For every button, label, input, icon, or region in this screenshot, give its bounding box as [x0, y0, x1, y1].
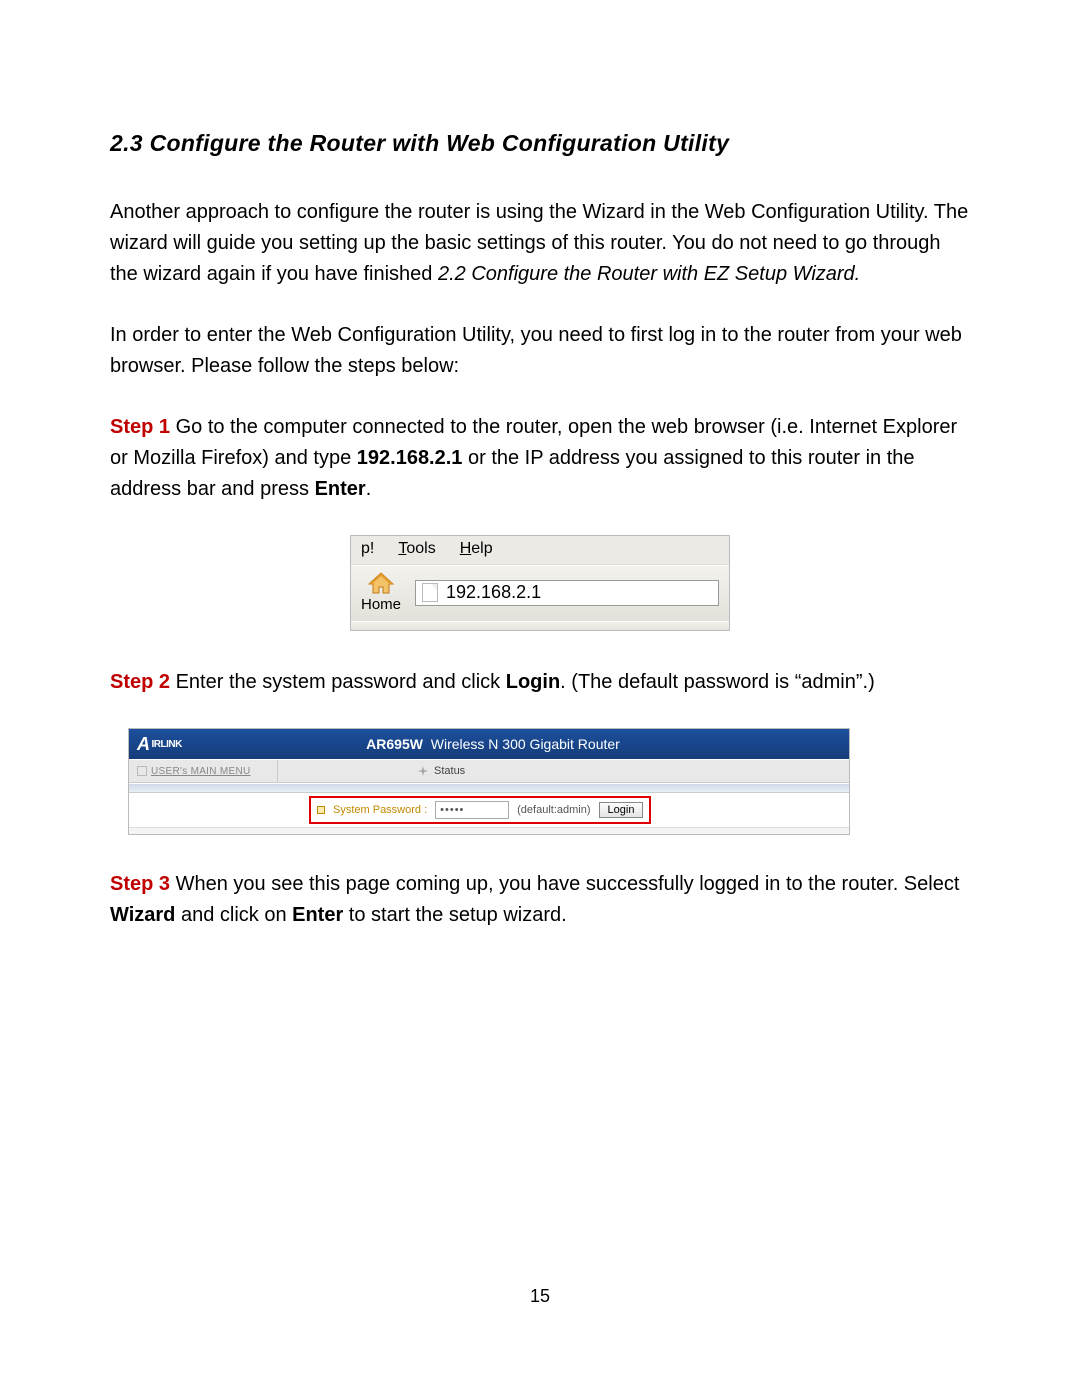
text: ools	[406, 540, 435, 557]
paragraph-instructions: In order to enter the Web Configuration …	[110, 320, 970, 382]
page-icon	[422, 583, 438, 602]
menu-item-help[interactable]: Help	[460, 540, 493, 558]
text: and click on	[175, 904, 292, 926]
divider-strip	[129, 783, 849, 793]
menu-item-tools[interactable]: Tools	[398, 540, 435, 558]
text: .	[366, 478, 372, 500]
password-input[interactable]: •••••	[435, 801, 509, 819]
address-bar[interactable]: 192.168.2.1	[415, 580, 719, 606]
section-heading: 2.3 Configure the Router with Web Config…	[110, 130, 970, 157]
browser-toolbar: Home 192.168.2.1	[351, 565, 729, 621]
router-model: AR695W	[366, 736, 423, 752]
text: Enter the system password and click	[170, 671, 506, 693]
menu-item-partial[interactable]: p!	[361, 540, 374, 558]
mnemonic: H	[460, 540, 472, 557]
step3-paragraph: Step 3 When you see this page coming up,…	[110, 869, 970, 931]
text: . (The default password is “admin”.)	[560, 671, 875, 693]
address-value: 192.168.2.1	[446, 582, 541, 603]
router-title: AR695W Wireless N 300 Gigabit Router	[233, 736, 849, 752]
system-password-label: System Password :	[333, 804, 427, 816]
home-icon	[368, 572, 394, 594]
toolbar-strip	[351, 621, 729, 630]
enter-key: Enter	[315, 478, 366, 500]
step1-label: Step 1	[110, 416, 170, 438]
login-button[interactable]: Login	[599, 802, 644, 818]
enter-word: Enter	[292, 904, 343, 926]
bullet-icon	[317, 806, 325, 814]
step1-paragraph: Step 1 Go to the computer connected to t…	[110, 412, 970, 505]
wizard-word: Wizard	[110, 904, 175, 926]
step2-paragraph: Step 2 Enter the system password and cli…	[110, 667, 970, 698]
step3-label: Step 3	[110, 873, 170, 895]
logo-text: IRLINK	[152, 739, 182, 750]
bottom-strip	[129, 827, 849, 834]
status-tab[interactable]: Status	[278, 765, 849, 777]
home-label: Home	[361, 596, 401, 613]
text: When you see this page coming up, you ha…	[170, 873, 959, 895]
text: elp	[471, 540, 492, 557]
airlink-logo: AIRLINK	[129, 734, 233, 755]
square-icon	[137, 766, 147, 776]
text: to start the setup wizard.	[343, 904, 566, 926]
status-label: Status	[434, 765, 465, 777]
ip-address: 192.168.2.1	[357, 447, 463, 469]
router-admin-screenshot: AIRLINK AR695W Wireless N 300 Gigabit Ro…	[128, 728, 850, 835]
manual-page: 2.3 Configure the Router with Web Config…	[0, 0, 1080, 1397]
router-header: AIRLINK AR695W Wireless N 300 Gigabit Ro…	[129, 729, 849, 759]
home-button[interactable]: Home	[361, 572, 401, 613]
menu-label: USER's MAIN MENU	[151, 766, 251, 777]
default-hint: (default:admin)	[517, 804, 590, 816]
router-menubar: USER's MAIN MENU Status	[129, 759, 849, 783]
browser-menu-bar: p! Tools Help	[351, 536, 729, 565]
users-main-menu[interactable]: USER's MAIN MENU	[129, 760, 278, 782]
logo-a-icon: A	[137, 734, 150, 755]
page-number: 15	[0, 1286, 1080, 1307]
login-word: Login	[506, 671, 560, 693]
login-highlight-box: System Password : ••••• (default:admin) …	[309, 796, 651, 824]
paragraph-intro: Another approach to configure the router…	[110, 197, 970, 290]
router-description: Wireless N 300 Gigabit Router	[431, 736, 620, 752]
login-row: System Password : ••••• (default:admin) …	[129, 793, 849, 827]
browser-screenshot: p! Tools Help Home 192.168.2.1	[350, 535, 730, 631]
reference-italic: 2.2 Configure the Router with EZ Setup W…	[438, 263, 860, 285]
pin-icon	[418, 766, 428, 776]
step2-label: Step 2	[110, 671, 170, 693]
